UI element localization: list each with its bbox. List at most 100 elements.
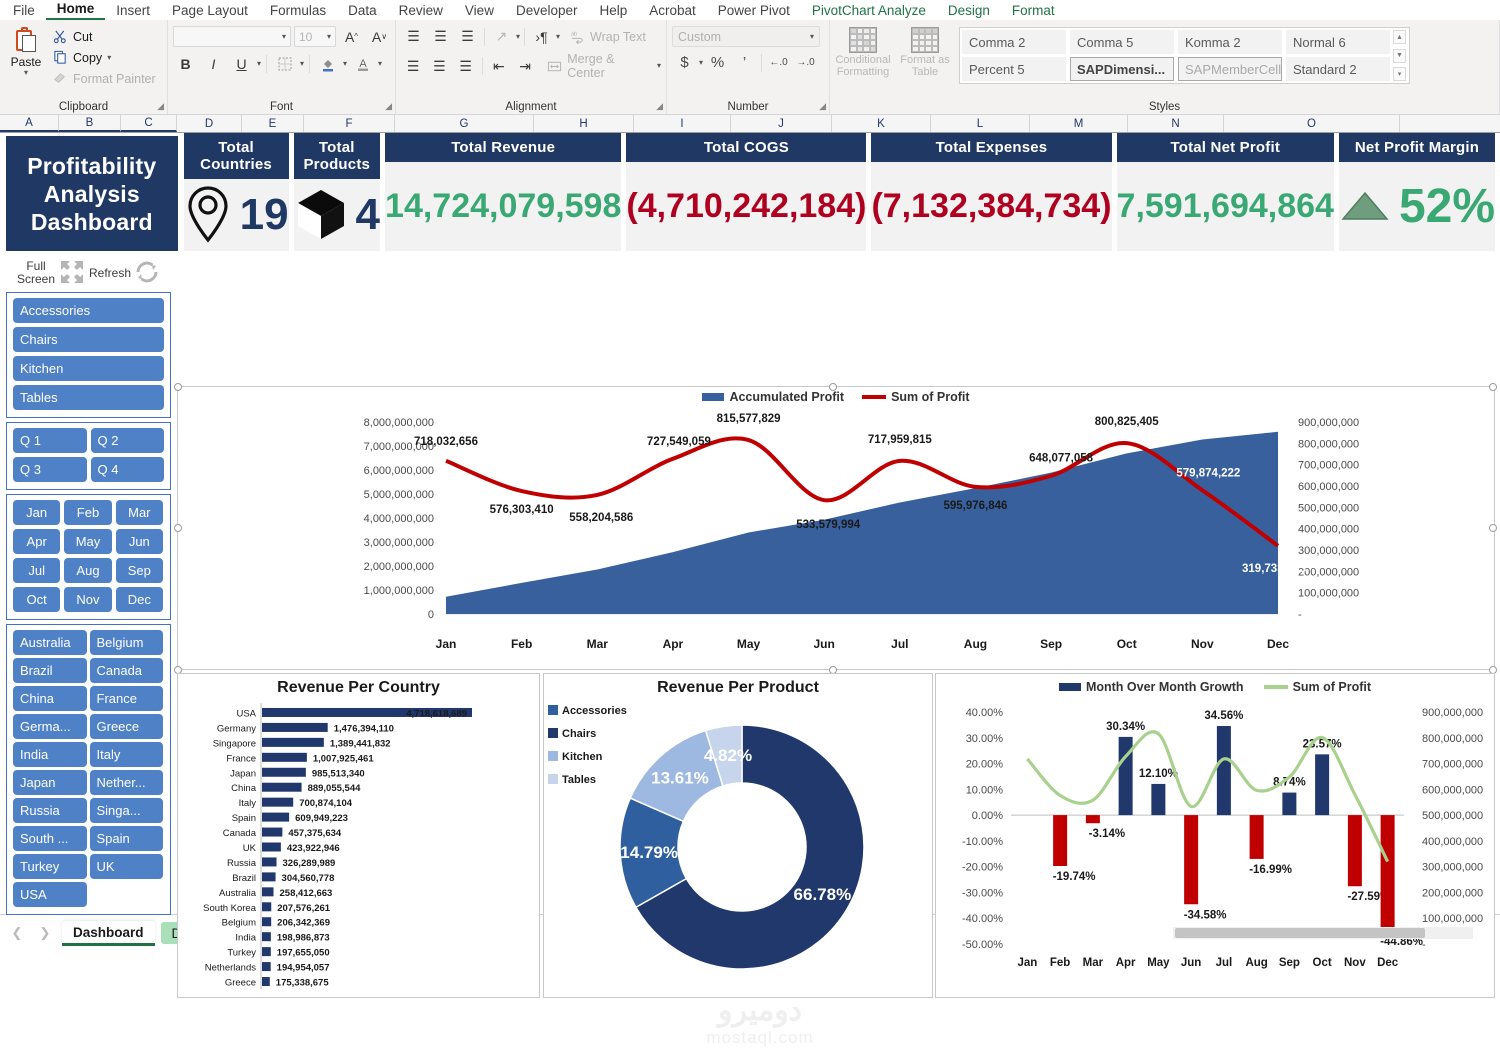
ribbon-tab-developer[interactable]: Developer (505, 3, 589, 20)
ribbon-tab-data[interactable]: Data (337, 3, 388, 20)
slicer-item-singapore[interactable]: Singa... (89, 798, 163, 823)
font-name-select[interactable]: ▾ (173, 26, 291, 47)
column-header-m[interactable]: M (1030, 115, 1128, 132)
column-header-n[interactable]: N (1128, 115, 1224, 132)
product-slicer[interactable]: Accessories Chairs Kitchen Tables (6, 292, 171, 418)
column-header-b[interactable]: B (59, 115, 121, 132)
chevron-down-icon[interactable]: ▾ (24, 69, 28, 77)
slicer-item-italy[interactable]: Italy (89, 742, 163, 767)
column-headers[interactable]: A B C D E F G H I J K L M N O (0, 115, 1500, 133)
copy-button[interactable]: Copy ▾ (50, 48, 159, 67)
column-header-g[interactable]: G (395, 115, 534, 132)
slicer-item-india[interactable]: India (13, 742, 87, 767)
slicer-item-q1[interactable]: Q 1 (13, 428, 87, 453)
font-dialog-launcher-icon[interactable]: ◢ (385, 101, 392, 112)
slicer-item-jul[interactable]: Jul (13, 558, 61, 583)
column-header-f[interactable]: F (304, 115, 395, 132)
format-painter-button[interactable]: Format Painter (50, 69, 159, 88)
slicer-item-feb[interactable]: Feb (64, 500, 112, 525)
style-cell-comma-5[interactable]: Comma 5 (1070, 30, 1174, 54)
accumulated-profit-chart[interactable]: Accumulated Profit Sum of Profit 0 1,000,… (174, 383, 1497, 674)
previous-sheet-button[interactable]: ❮ (6, 922, 28, 944)
merge-and-center-button[interactable]: Merge & Center ▾ (547, 52, 661, 80)
horizontal-scrollbar[interactable] (1173, 927, 1473, 939)
paste-button[interactable]: Paste ▾ (5, 25, 47, 77)
align-left-button[interactable]: ☰ (401, 55, 425, 78)
column-header-e[interactable]: E (242, 115, 304, 132)
slicer-item-sep[interactable]: Sep (115, 558, 163, 583)
slicer-item-greece[interactable]: Greece (89, 714, 163, 739)
style-cell-percent-5[interactable]: Percent 5 (962, 57, 1066, 81)
column-header-o[interactable]: O (1224, 115, 1400, 132)
font-size-select[interactable]: 10 ▾ (294, 26, 336, 47)
slicer-item-q3[interactable]: Q 3 (13, 457, 87, 482)
slicer-item-uk[interactable]: UK (89, 854, 163, 879)
column-header-d[interactable]: D (177, 115, 242, 132)
font-color-button[interactable]: A (350, 52, 375, 75)
ribbon-tab-design[interactable]: Design (937, 3, 1001, 20)
fill-color-button[interactable] (315, 52, 340, 75)
styles-scroll-up-button[interactable]: ▲ (1393, 30, 1406, 44)
wrap-text-button[interactable]: ab Wrap Text (570, 29, 646, 45)
style-cell-sapdimension[interactable]: SAPDimensi... (1070, 57, 1174, 81)
chevron-down-icon[interactable]: ▾ (257, 59, 261, 68)
slicer-item-germany[interactable]: Germa... (13, 714, 87, 739)
slicer-item-canada[interactable]: Canada (89, 658, 163, 683)
column-header-k[interactable]: K (832, 115, 931, 132)
column-header-a[interactable]: A (0, 115, 59, 132)
ribbon-tab-home[interactable]: Home (45, 1, 106, 20)
styles-more-button[interactable]: ▾ (1393, 67, 1406, 81)
quarter-slicer[interactable]: Q 1 Q 2 Q 3 Q 4 (6, 422, 171, 490)
orientation-button[interactable]: ↗ (489, 25, 514, 48)
slicer-item-mar[interactable]: Mar (115, 500, 163, 525)
ribbon-tab-insert[interactable]: Insert (105, 3, 161, 20)
column-header-l[interactable]: L (931, 115, 1030, 132)
slicer-item-accessories[interactable]: Accessories (13, 298, 164, 323)
slicer-item-south-korea[interactable]: South ... (13, 826, 87, 851)
align-bottom-button[interactable]: ☰ (455, 25, 480, 48)
slicer-item-usa[interactable]: USA (13, 882, 87, 907)
slicer-item-aug[interactable]: Aug (64, 558, 112, 583)
style-cell-sapmembercell[interactable]: SAPMemberCell (1178, 57, 1282, 81)
slicer-item-q4[interactable]: Q 4 (90, 457, 164, 482)
ribbon-tab-pivotchart-analyze[interactable]: PivotChart Analyze (801, 3, 937, 20)
align-top-button[interactable]: ☰ (401, 25, 426, 48)
ribbon-tab-help[interactable]: Help (589, 3, 639, 20)
slicer-item-china[interactable]: China (13, 686, 87, 711)
increase-decimal-button[interactable]: ←.0 (766, 51, 791, 74)
ribbon-tab-formulas[interactable]: Formulas (259, 3, 337, 20)
clipboard-dialog-launcher-icon[interactable]: ◢ (157, 101, 164, 112)
ribbon-tab-view[interactable]: View (454, 3, 505, 20)
column-header-i[interactable]: I (634, 115, 731, 132)
ribbon-tab-file[interactable]: File (2, 3, 46, 20)
decrease-decimal-button[interactable]: →.0 (793, 51, 818, 74)
chevron-down-icon[interactable]: ▾ (699, 58, 703, 67)
slicer-item-q2[interactable]: Q 2 (90, 428, 164, 453)
slicer-item-oct[interactable]: Oct (13, 587, 61, 612)
cut-button[interactable]: Cut (50, 27, 159, 46)
styles-scroll-down-button[interactable]: ▼ (1393, 48, 1406, 63)
cell-styles-gallery[interactable]: Comma 2 Comma 5 Komma 2 Normal 6 Percent… (959, 27, 1410, 84)
revenue-per-product-chart[interactable]: Revenue Per Product Accessories Chairs Kit… (543, 673, 933, 998)
slicer-item-russia[interactable]: Russia (13, 798, 87, 823)
ribbon-tab-format[interactable]: Format (1001, 3, 1066, 20)
ribbon-tab-bar[interactable]: File Home Insert Page Layout Formulas Da… (0, 0, 1500, 20)
text-direction-button[interactable]: ›¶ (529, 25, 554, 48)
slicer-item-may[interactable]: May (64, 529, 112, 554)
number-format-select[interactable]: Custom ▾ (672, 26, 820, 47)
chevron-down-icon[interactable]: ▾ (107, 53, 111, 62)
alignment-dialog-launcher-icon[interactable]: ◢ (656, 101, 663, 112)
chevron-down-icon[interactable]: ▾ (343, 59, 347, 68)
underline-button[interactable]: U (229, 52, 254, 75)
slicer-item-japan[interactable]: Japan (13, 770, 87, 795)
slicer-item-dec[interactable]: Dec (115, 587, 163, 612)
increase-font-size-button[interactable]: A ^ (339, 25, 364, 48)
style-cell-comma-2[interactable]: Comma 2 (962, 30, 1066, 54)
style-cell-komma-2[interactable]: Komma 2 (1178, 30, 1282, 54)
chevron-down-icon[interactable]: ▾ (300, 59, 304, 68)
ribbon-tab-power-pivot[interactable]: Power Pivot (707, 3, 801, 20)
increase-indent-button[interactable]: ⇥ (513, 55, 537, 78)
chevron-down-icon[interactable]: ▾ (657, 62, 661, 70)
bold-button[interactable]: B (173, 52, 198, 75)
align-center-button[interactable]: ☰ (427, 55, 451, 78)
